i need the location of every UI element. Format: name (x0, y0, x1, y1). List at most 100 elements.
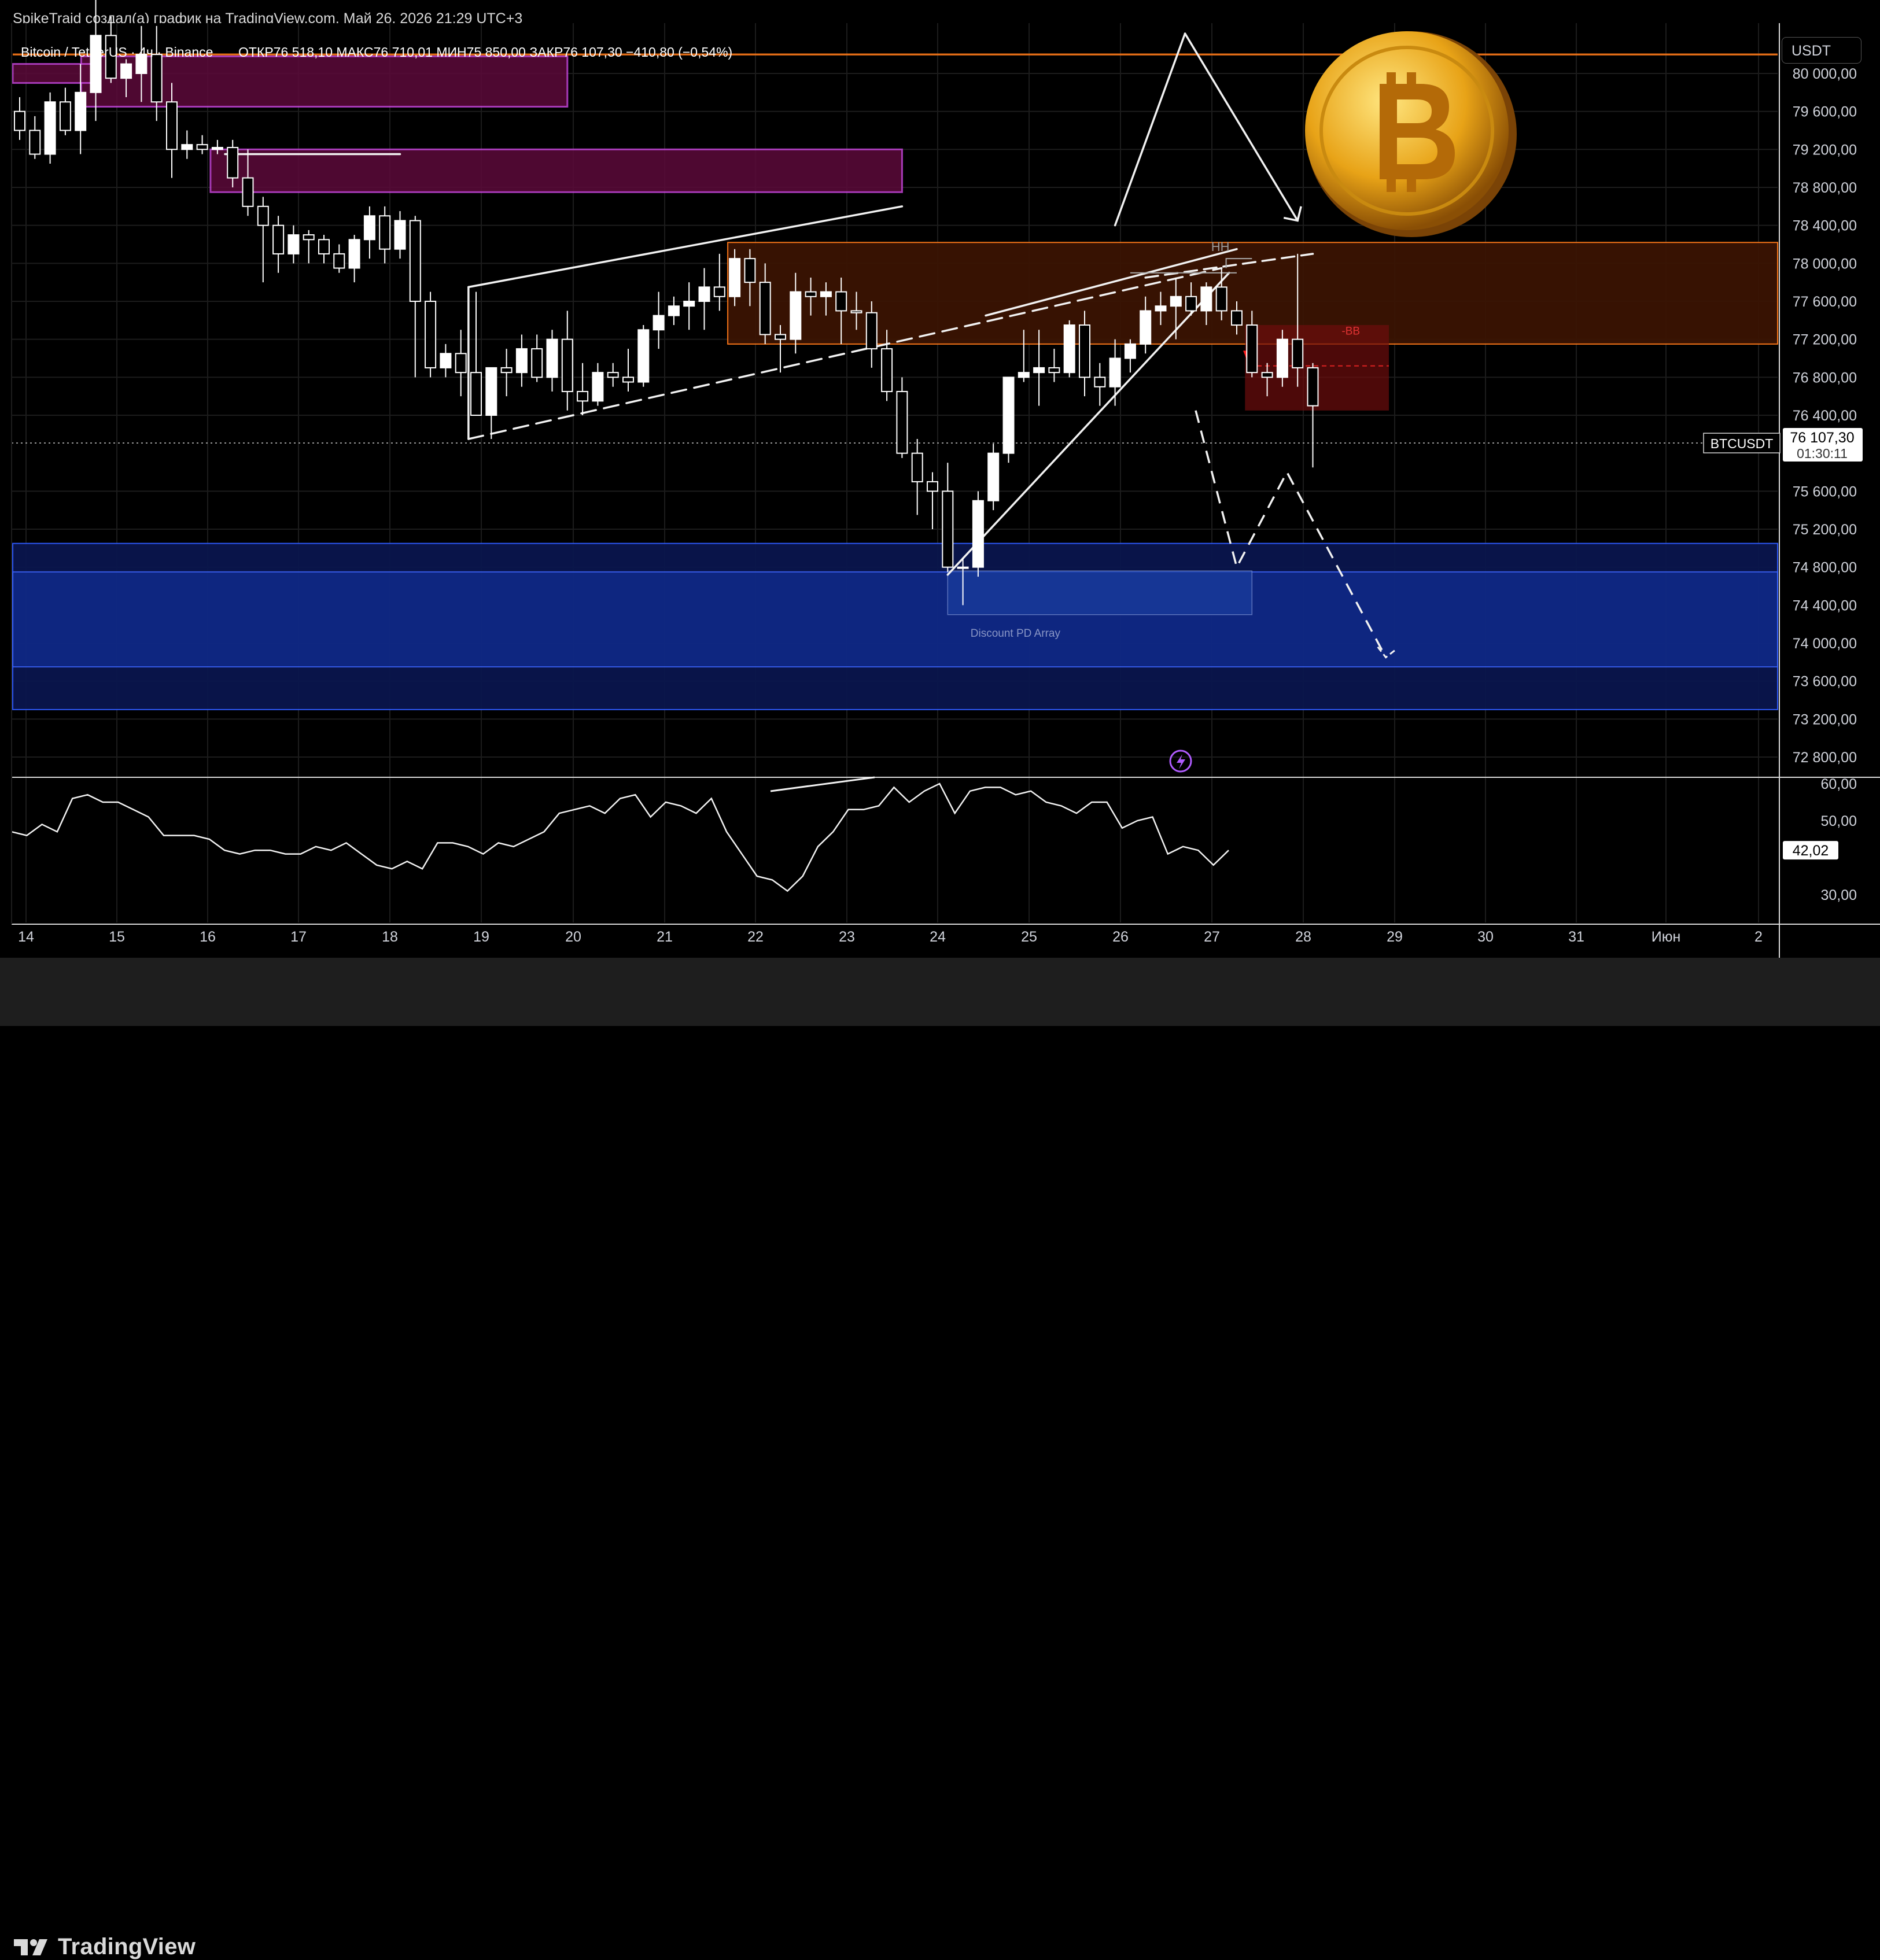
rsi-tick-label: 30,00 (1820, 887, 1857, 903)
candle-body-bull (729, 258, 741, 297)
candle-body-bear (333, 253, 345, 269)
price-tick-label: 76 800,00 (1793, 370, 1857, 386)
chart-canvas[interactable]: HH -BB Discount PD Array 80 000,00 79 600,0… (0, 0, 1880, 958)
candle (972, 491, 984, 577)
time-tick-label: 25 (1021, 929, 1037, 945)
rsi-pane (11, 776, 1880, 892)
candle-body-bear (272, 224, 285, 254)
zone-demand-inner (12, 571, 1778, 668)
candle-body-bull (1276, 338, 1288, 378)
candle-body-bear (227, 147, 239, 179)
price-tick-label: 78 000,00 (1793, 256, 1857, 272)
candle-body-bear (257, 205, 269, 226)
rsi-divergence-line (770, 776, 875, 792)
candle-body-bear (318, 239, 330, 254)
candle-body-bear (942, 490, 954, 568)
candle-body-bear (379, 215, 391, 250)
candle (987, 444, 1000, 511)
bitcoin-b-bar (1407, 176, 1416, 192)
candle-body-bear (850, 310, 862, 313)
candle-body-bull (287, 234, 300, 254)
price-tick-label: 76 400,00 (1793, 408, 1857, 424)
time-tick-label: 23 (839, 929, 855, 945)
bitcoin-b-bar (1387, 176, 1396, 192)
time-tick-label: 22 (747, 929, 764, 945)
footer-strip: TradingView (0, 958, 1880, 1959)
time-tick-label: Июн (1652, 929, 1681, 945)
zone-magenta (209, 148, 903, 193)
currency-selector-button[interactable]: USDT (1782, 37, 1861, 64)
price-tick-label: 75 600,00 (1793, 483, 1857, 500)
candle-body-bear (470, 372, 482, 416)
candle-body-bear (303, 234, 315, 241)
last-price-value: 76 107,30 (1790, 430, 1854, 446)
candle-body-bear (896, 390, 908, 454)
rsi-current-value: 42,02 (1793, 843, 1829, 859)
time-tick-label: 29 (1387, 929, 1403, 945)
candle-body-bull (972, 500, 984, 568)
price-tick-label: 74 000,00 (1793, 636, 1857, 652)
candle-body-bear (713, 286, 725, 297)
symbol-legend: Bitcoin / TetherUS · 4ч · Binance (21, 45, 213, 60)
price-tick-label: 75 200,00 (1793, 522, 1857, 538)
candle-body-bear (1261, 372, 1273, 378)
candle-body-bear (166, 101, 178, 150)
candle-body-bear (577, 390, 589, 402)
candle-body-bear (455, 353, 467, 374)
time-tick-label: 26 (1112, 929, 1129, 945)
candle-body-bear (911, 452, 923, 482)
candle-body-bear (1246, 324, 1258, 374)
candle-body-bull (181, 144, 193, 150)
time-tick-label: 27 (1204, 929, 1220, 945)
time-tick-label: 2 (1754, 929, 1763, 945)
candle-body-bull (363, 215, 375, 241)
candle-body-bull (120, 63, 132, 79)
candle-body-bear (881, 348, 893, 392)
candle-body-bear (59, 101, 71, 131)
candle-body-bull (637, 329, 650, 383)
price-tick-label: 79 200,00 (1793, 142, 1857, 158)
candle-body-bear (1307, 367, 1319, 407)
candle-body-bull (44, 101, 56, 155)
time-tick-label: 18 (382, 929, 398, 945)
time-tick-label: 21 (657, 929, 673, 945)
time-tick-label: 14 (18, 929, 34, 945)
tradingview-logo-text: TradingView (58, 1934, 196, 1959)
candle-body-bull (653, 315, 665, 331)
candle-body-bear (927, 481, 938, 492)
candle-body-bull (1170, 296, 1182, 307)
time-tick-label: 16 (200, 929, 216, 945)
candle-body-bear (1048, 367, 1060, 374)
ohlc-legend: ОТКР76 518,10 МАКС76 710,01 МИН75 850,00… (238, 45, 732, 60)
candle-body-bull (1124, 343, 1136, 359)
rsi-tick-label: 50,00 (1820, 813, 1857, 829)
candle-body-bear (14, 110, 25, 131)
price-tick-label: 73 200,00 (1793, 711, 1857, 728)
time-tick-label: 20 (565, 929, 581, 945)
candle-body-bear (622, 377, 634, 383)
time-tick-label: 24 (930, 929, 946, 945)
discount-pd-array-box (947, 570, 1253, 615)
rsi-line (11, 782, 1229, 892)
candle-body-bear (531, 348, 543, 378)
candle-body-bull (485, 367, 497, 416)
candle-body-bear (242, 177, 254, 207)
candle-body-bull (987, 452, 1000, 501)
tradingview-logo[interactable]: TradingView (13, 1934, 196, 1960)
candle-body-bull (1018, 372, 1030, 378)
time-tick-label: 19 (473, 929, 489, 945)
candle-body-bull (1155, 305, 1167, 312)
bb-label: -BB (1341, 325, 1360, 337)
price-tick-label: 73 600,00 (1793, 674, 1857, 690)
candle-body-bear (29, 130, 41, 155)
price-tick-label: 77 200,00 (1793, 332, 1857, 348)
candle-body-bear (196, 144, 208, 150)
candle-body-bear (1215, 286, 1227, 312)
price-tick-label: 72 800,00 (1793, 750, 1857, 766)
price-tick-label: 77 600,00 (1793, 294, 1857, 310)
candle-body-bull (211, 147, 223, 150)
candle-body-bear (1094, 377, 1106, 387)
candle-body-bull (698, 286, 710, 302)
candle-body-bull (957, 566, 969, 569)
candle-body-bull (668, 305, 680, 316)
